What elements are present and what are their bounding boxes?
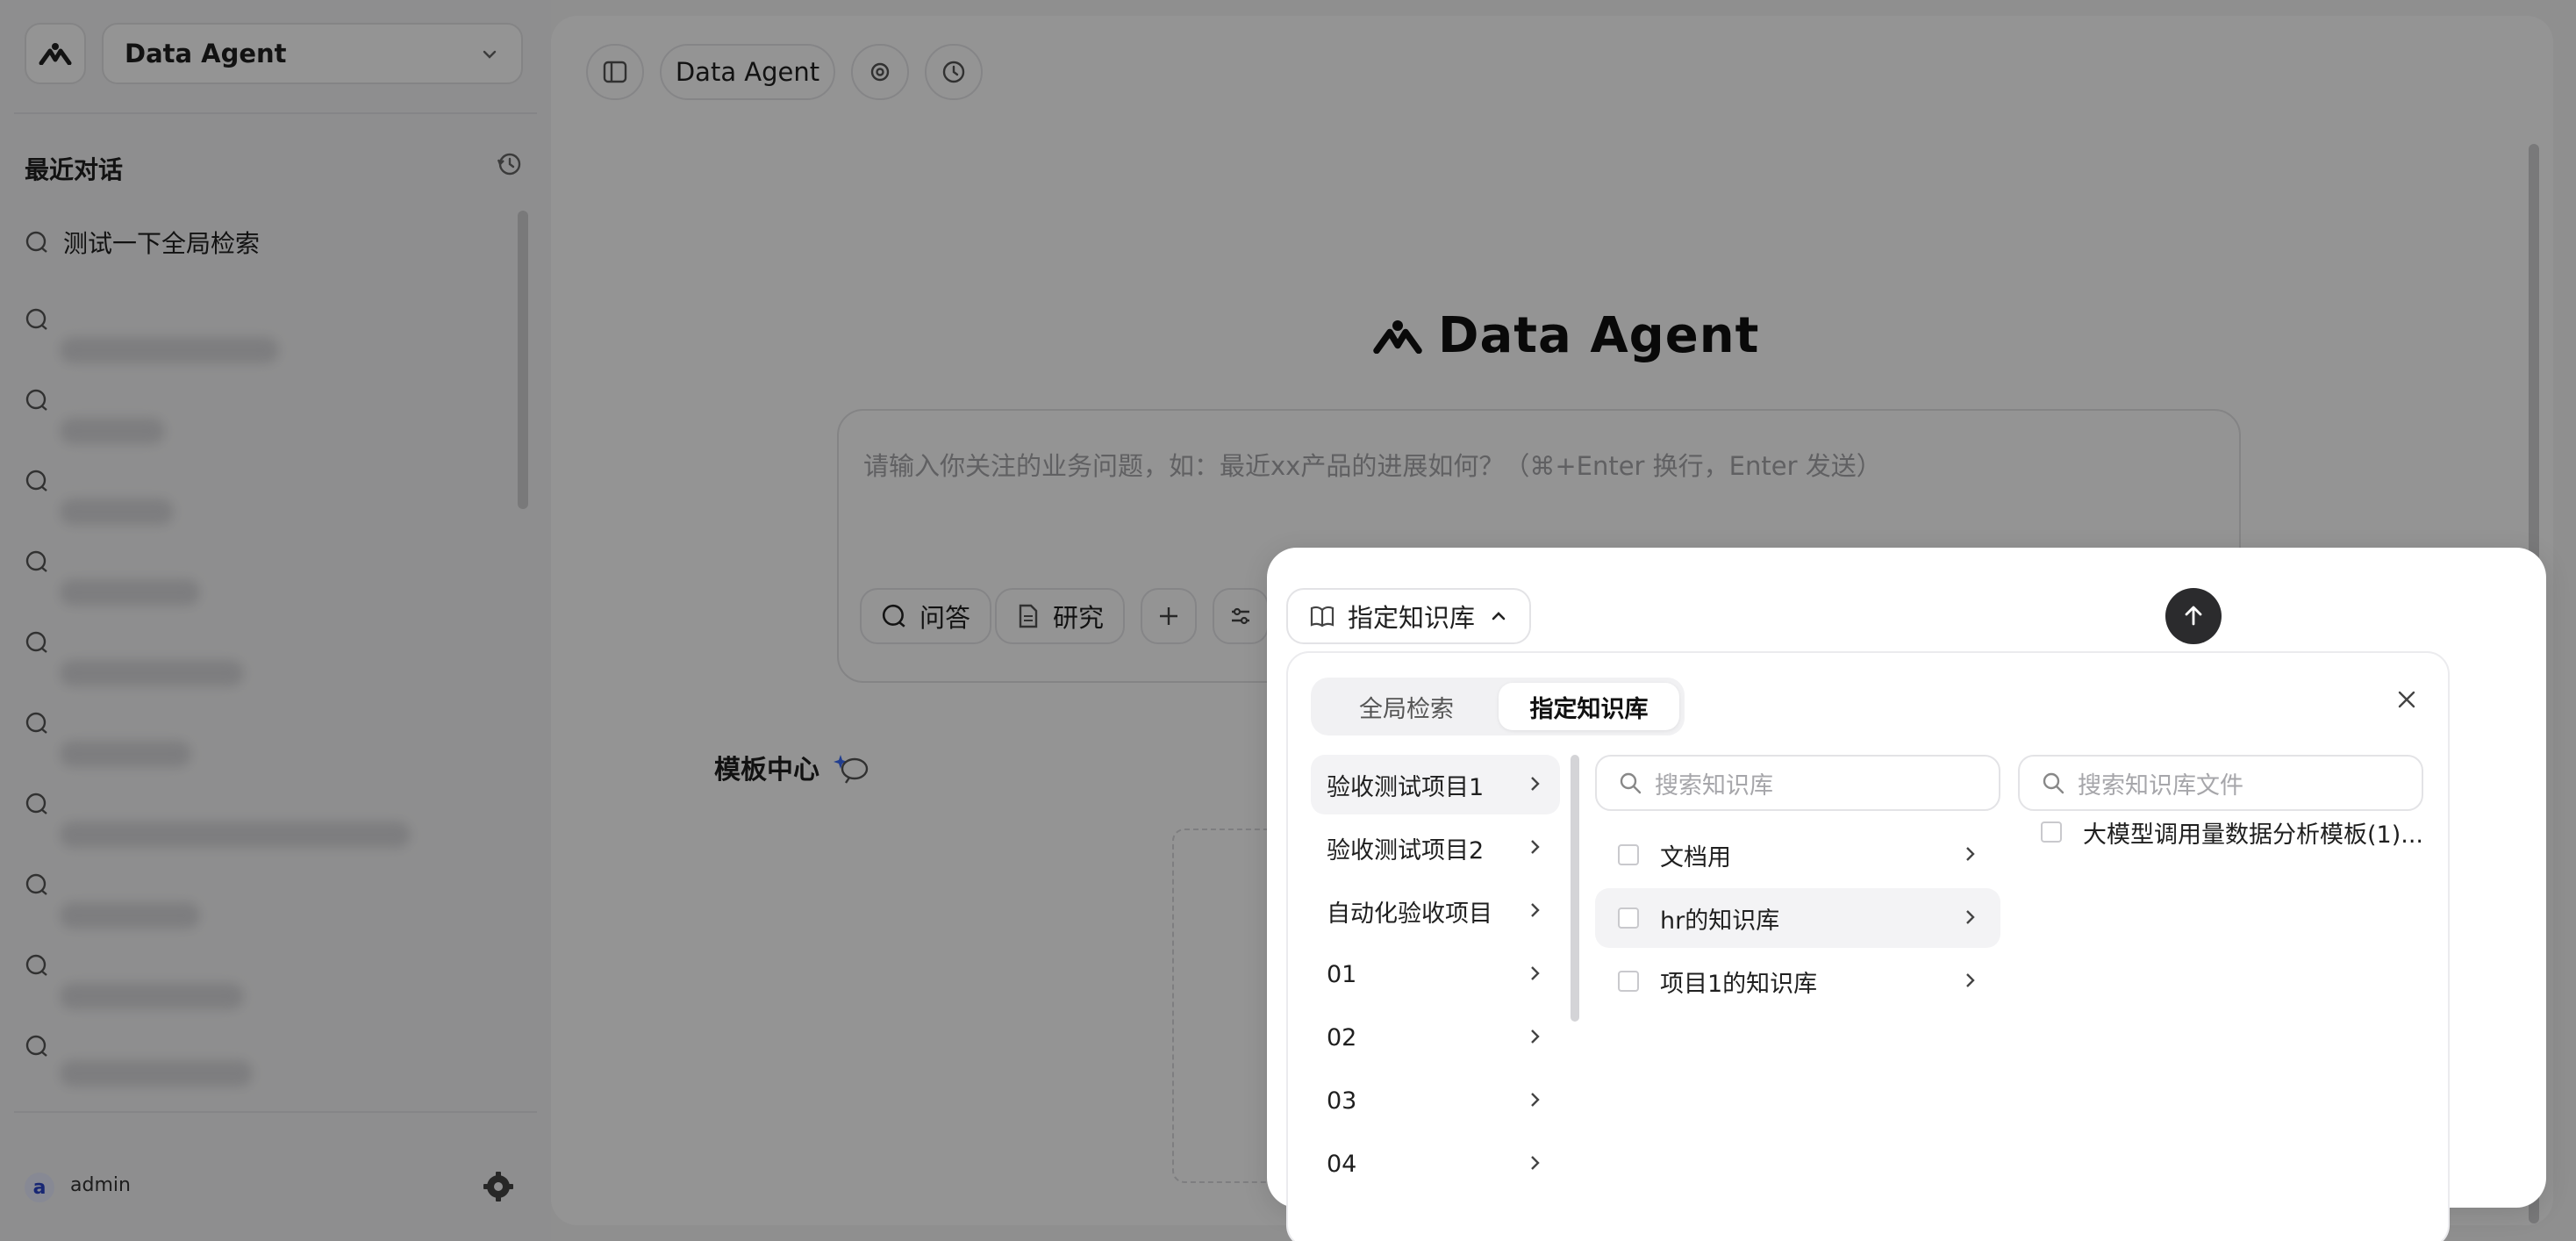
chevron-right-icon <box>1966 847 1975 861</box>
kb-item[interactable]: 文档用 <box>1595 825 2000 885</box>
project-item[interactable]: 04 <box>1311 1134 1560 1194</box>
kb-search-placeholder: 搜索知识库 <box>1655 771 1773 800</box>
kb-selection-panel: 全局检索 指定知识库 验收测试项目1 验收测试项目2 自动化验收项目 01 02… <box>1286 651 2450 1241</box>
chevron-right-icon <box>1531 840 1540 854</box>
project-item[interactable]: 02 <box>1311 1008 1560 1067</box>
project-label: 04 <box>1327 1150 1357 1178</box>
project-label: 验收测试项目1 <box>1327 773 1485 801</box>
project-label: 01 <box>1327 960 1357 988</box>
kb-search-input[interactable]: 搜索知识库 <box>1595 755 2000 811</box>
chevron-right-icon <box>1531 1156 1540 1170</box>
kb-item[interactable]: hr的知识库 <box>1595 888 2000 948</box>
search-icon <box>1620 772 1642 794</box>
tab-specified-kb[interactable]: 指定知识库 <box>1499 683 1679 730</box>
chevron-right-icon <box>1531 966 1540 980</box>
kb-checkbox[interactable] <box>1618 971 1639 992</box>
kb-label: hr的知识库 <box>1660 907 1780 935</box>
kb-checkbox[interactable] <box>1618 907 1639 929</box>
arrow-up-icon <box>2185 606 2202 626</box>
kb-selector-label: 指定知识库 <box>1348 603 1476 633</box>
search-scope-tabs: 全局检索 指定知识库 <box>1311 678 1685 735</box>
chevron-right-icon <box>1531 1029 1540 1044</box>
project-item[interactable]: 验收测试项目1 <box>1311 755 1560 814</box>
book-icon <box>1310 606 1335 628</box>
project-item[interactable]: 验收测试项目2 <box>1311 818 1560 878</box>
file-item[interactable]: 大模型调用量数据分析模板(1)... <box>2018 802 2423 862</box>
tab-global-search[interactable]: 全局检索 <box>1316 683 1497 730</box>
project-item[interactable]: 03 <box>1311 1071 1560 1130</box>
project-item[interactable]: 01 <box>1311 944 1560 1004</box>
file-label: 大模型调用量数据分析模板(1)... <box>2083 821 2423 849</box>
chevron-right-icon <box>1531 777 1540 791</box>
kb-label: 项目1的知识库 <box>1660 970 1818 998</box>
project-label: 自动化验收项目 <box>1327 900 1492 928</box>
chevron-right-icon <box>1531 1093 1540 1107</box>
chevron-right-icon <box>1966 910 1975 924</box>
send-button[interactable] <box>2165 588 2222 644</box>
kb-checkbox[interactable] <box>1618 844 1639 865</box>
chevron-up-icon <box>1492 612 1506 620</box>
chevron-right-icon <box>1531 903 1540 917</box>
project-list-scrollbar[interactable] <box>1571 755 1579 1022</box>
project-label: 验收测试项目2 <box>1327 836 1485 864</box>
close-icon[interactable] <box>2395 688 2418 714</box>
file-search-placeholder: 搜索知识库文件 <box>2078 771 2243 800</box>
kb-label: 文档用 <box>1660 843 1731 872</box>
search-icon <box>2043 772 2064 794</box>
kb-item[interactable]: 项目1的知识库 <box>1595 951 2000 1011</box>
project-label: 03 <box>1327 1087 1357 1115</box>
project-label: 02 <box>1327 1023 1357 1051</box>
project-item[interactable]: 自动化验收项目 <box>1311 881 1560 941</box>
knowledge-base-popup: 指定知识库 全局检索 指定知识库 验收测试项目1 验收测试项目2 自动化验收项目… <box>1267 548 2546 1241</box>
kb-selector-chip[interactable]: 指定知识库 <box>1286 588 1532 644</box>
file-checkbox[interactable] <box>2041 821 2062 843</box>
chevron-right-icon <box>1966 973 1975 987</box>
